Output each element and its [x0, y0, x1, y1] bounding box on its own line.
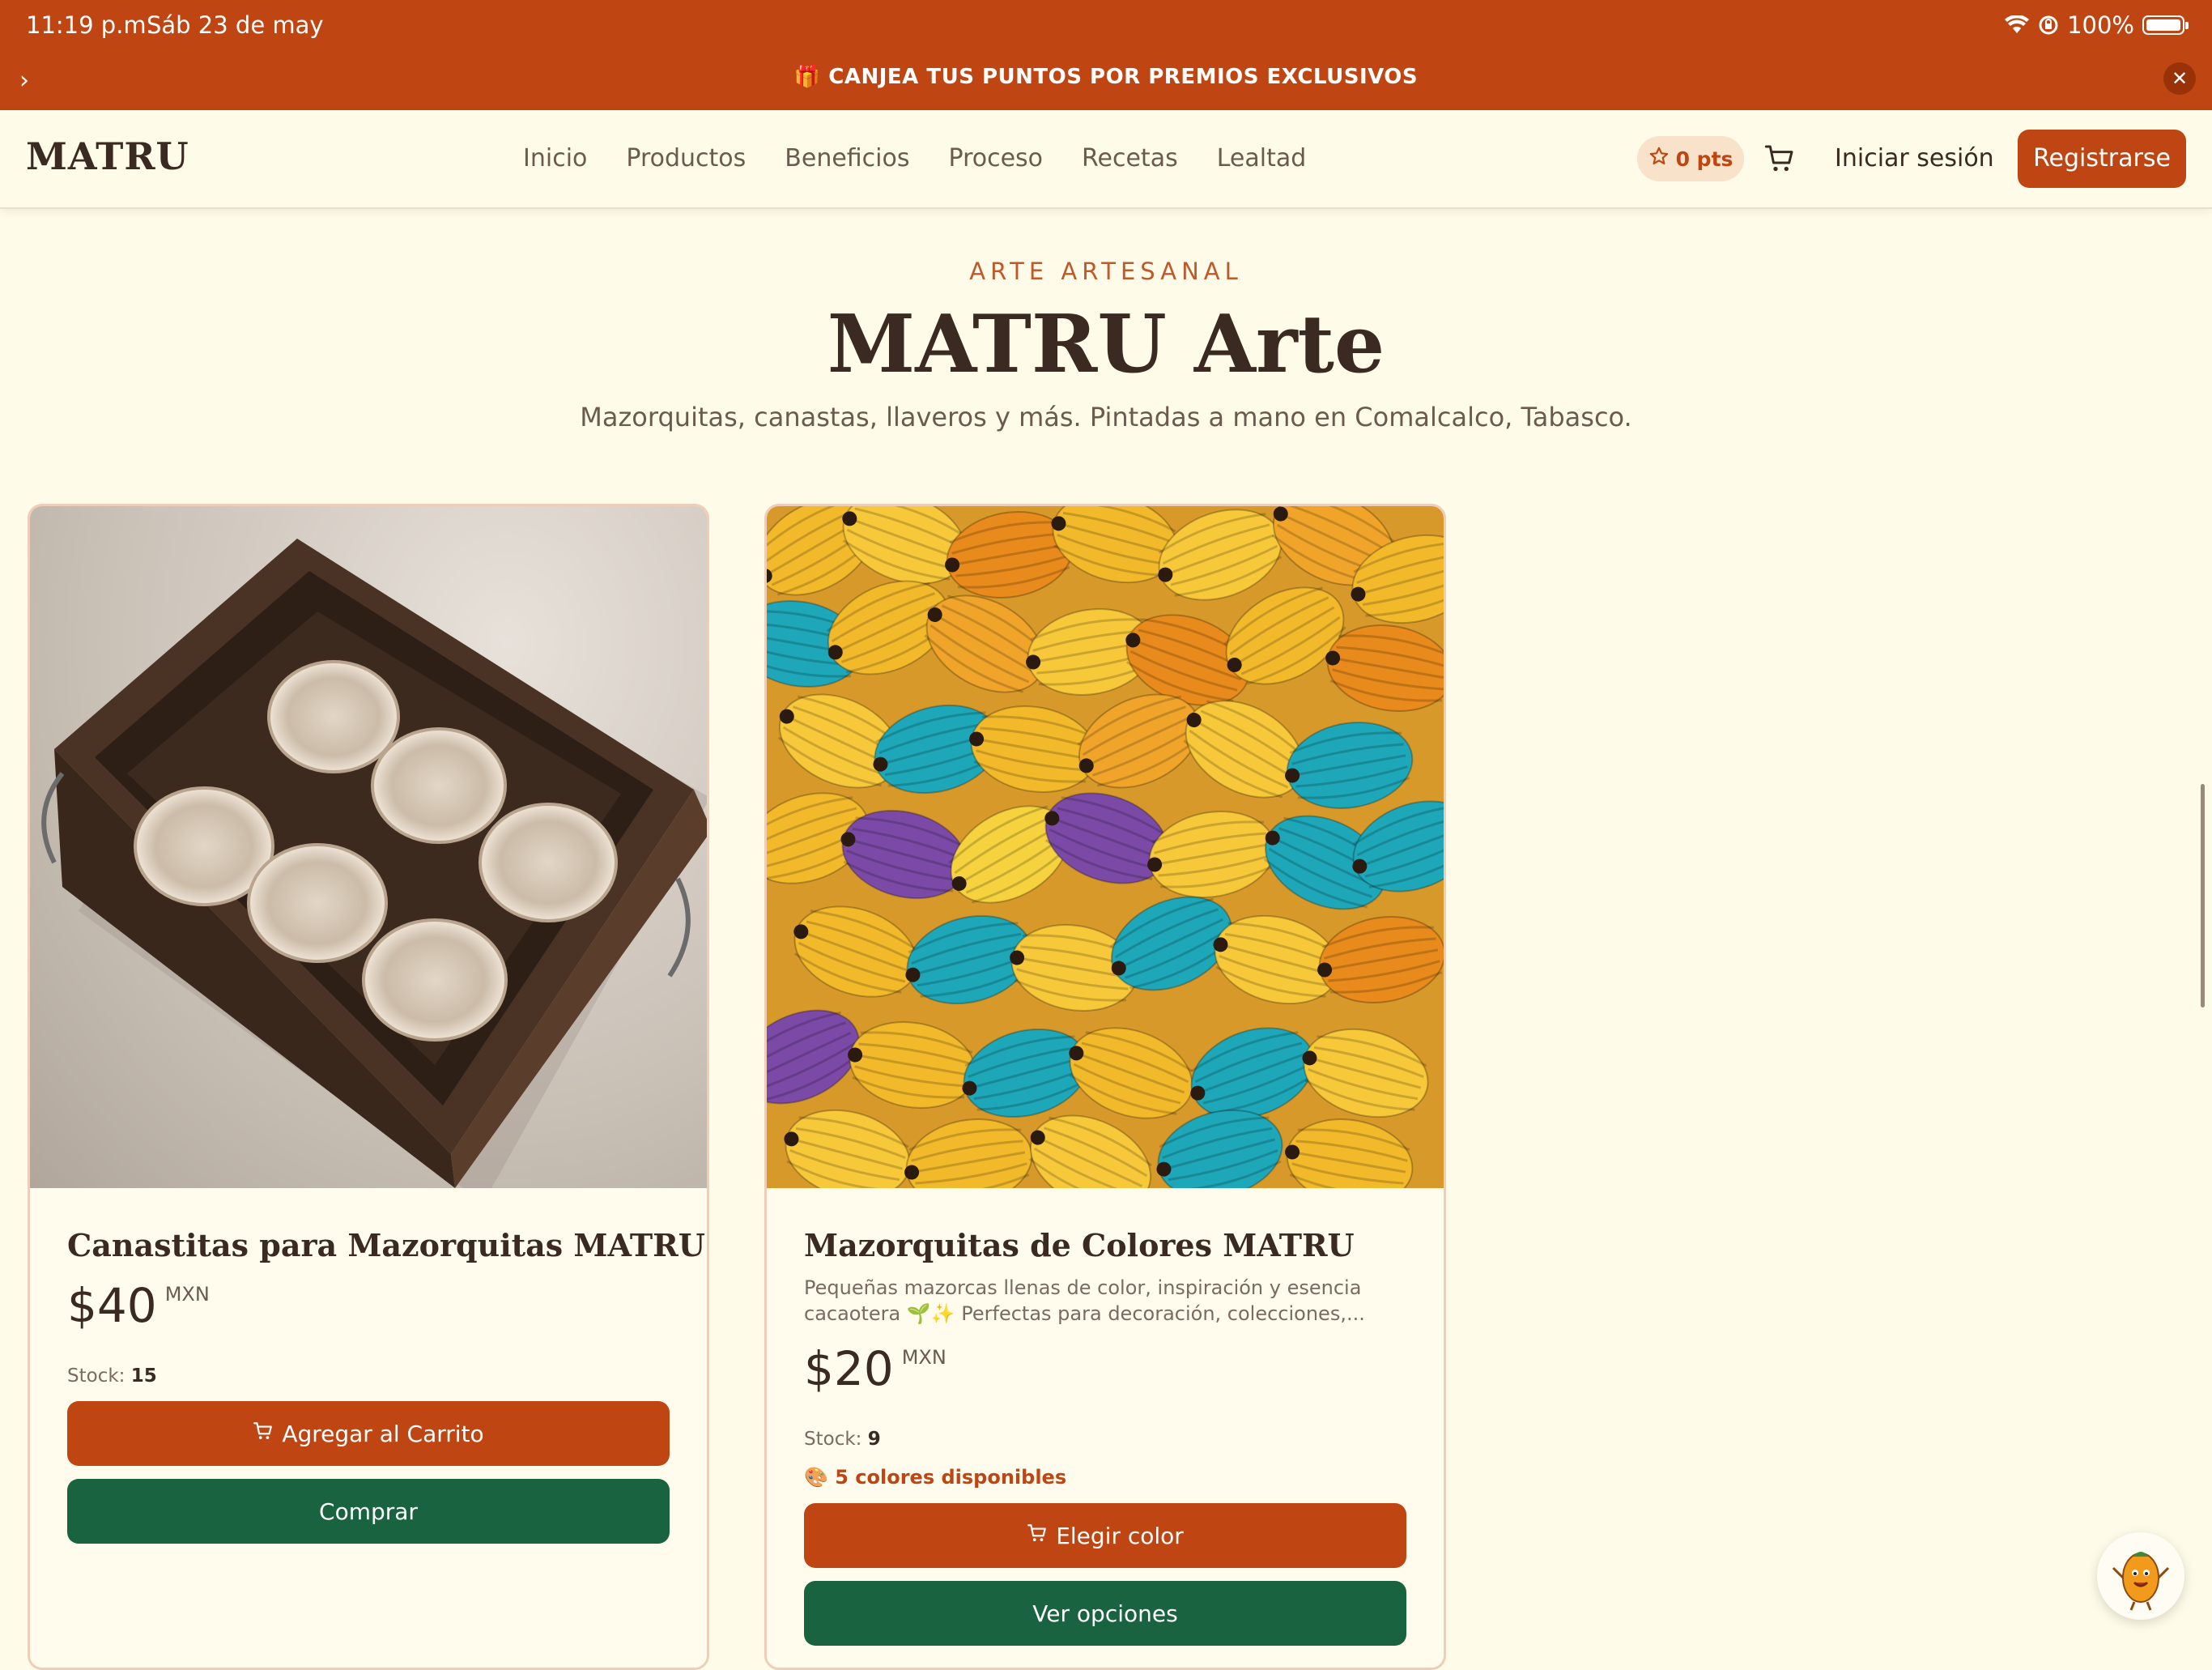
points-badge[interactable]: 0 pts: [1637, 136, 1744, 181]
cacao-pod: [784, 1109, 911, 1188]
battery-icon: [2142, 15, 2189, 35]
main-nav: MATRU Inicio Productos Beneficios Proces…: [0, 110, 2212, 209]
product-price: $20 MXN: [804, 1341, 1406, 1396]
cacao-pod: [848, 1021, 976, 1109]
product-card: Canastitas para Mazorquitas MATRU $40 MX…: [28, 504, 709, 1670]
status-indicators: 100%: [2004, 11, 2189, 39]
cart-icon: [253, 1421, 274, 1447]
star-icon: [1648, 146, 1670, 172]
login-link[interactable]: Iniciar sesión: [1835, 144, 1994, 173]
product-card: Mazorquitas de Colores MATRU Pequeñas ma…: [764, 504, 1446, 1670]
nav-link-inicio[interactable]: Inicio: [523, 144, 587, 173]
battery-percentage: 100%: [2067, 11, 2134, 39]
product-card-body: Canastitas para Mazorquitas MATRU $40 MX…: [67, 1227, 705, 1544]
nav-link-proceso[interactable]: Proceso: [949, 144, 1044, 173]
price-amount: $40: [67, 1278, 157, 1333]
colors-available: 🎨 5 colores disponibles: [804, 1466, 1067, 1489]
product-price: $40 MXN: [67, 1278, 670, 1333]
product-title[interactable]: Canastitas para Mazorquitas MATRU: [67, 1227, 705, 1263]
promo-banner-text[interactable]: 🎁 CANJEA TUS PUNTOS POR PREMIOS EXCLUSIV…: [0, 65, 2212, 89]
page-scrollbar[interactable]: [2201, 784, 2205, 1008]
cacao-mascot-icon[interactable]: [2097, 1532, 2184, 1620]
choose-color-button[interactable]: Elegir color: [804, 1503, 1406, 1568]
product-image-cacao-pods[interactable]: [767, 506, 1444, 1188]
cacao-pod: [1285, 1118, 1414, 1188]
cacao-pod: [904, 1118, 1033, 1188]
stock-info: Stock: 9: [804, 1429, 1406, 1450]
cacao-pod: [1302, 1028, 1429, 1118]
close-icon[interactable]: ✕: [2163, 62, 2196, 95]
cacao-pod: [793, 905, 918, 998]
stock-label: Stock:: [804, 1429, 862, 1450]
cart-icon[interactable]: [1763, 143, 1796, 178]
add-to-cart-label: Agregar al Carrito: [282, 1420, 484, 1447]
lock-rotation-icon: [2038, 15, 2059, 36]
nav-link-lealtad[interactable]: Lealtad: [1217, 144, 1307, 173]
stock-value: 9: [867, 1429, 881, 1450]
choose-color-label: Elegir color: [1056, 1522, 1184, 1549]
product-card-body: Mazorquitas de Colores MATRU Pequeñas ma…: [804, 1227, 1406, 1646]
buy-button[interactable]: Comprar: [67, 1479, 670, 1544]
top-band: 11:19 p.m. Sáb 23 de may 100% › 🎁 CANJEA…: [0, 0, 2212, 110]
add-to-cart-button[interactable]: Agregar al Carrito: [67, 1401, 670, 1466]
stock-info: Stock: 15: [67, 1365, 670, 1387]
cacao-pod: [1317, 916, 1444, 1003]
view-options-button[interactable]: Ver opciones: [804, 1581, 1406, 1646]
product-description: Pequeñas mazorcas llenas de color, inspi…: [804, 1276, 1365, 1325]
cacao-pod: [1147, 811, 1276, 898]
register-button[interactable]: Registrarse: [2018, 130, 2186, 188]
price-currency: MXN: [901, 1346, 946, 1369]
section-subtitle: Mazorquitas, canastas, llaveros y más. P…: [580, 402, 1632, 432]
stock-value: 15: [130, 1365, 157, 1387]
nav-link-productos[interactable]: Productos: [626, 144, 746, 173]
nav-link-recetas[interactable]: Recetas: [1082, 144, 1178, 173]
section-title: MATRU Arte: [827, 298, 1385, 391]
section-eyebrow: ARTE ARTESANAL: [969, 258, 1243, 285]
cart-icon: [1027, 1523, 1048, 1549]
wifi-icon: [2004, 15, 2030, 35]
nav-links: Inicio Productos Beneficios Proceso Rece…: [523, 144, 1306, 173]
stock-label: Stock:: [67, 1365, 125, 1387]
nav-link-beneficios[interactable]: Beneficios: [785, 144, 909, 173]
status-time: 11:19 p.m.: [26, 11, 154, 39]
status-date: Sáb 23 de may: [147, 11, 324, 39]
logo[interactable]: MATRU: [26, 134, 189, 178]
product-image-basket[interactable]: [30, 506, 707, 1188]
product-title[interactable]: Mazorquitas de Colores MATRU: [804, 1227, 1406, 1263]
price-amount: $20: [804, 1341, 894, 1396]
price-currency: MXN: [164, 1283, 210, 1306]
cacao-pod: [1285, 722, 1414, 809]
points-value: 0 pts: [1675, 147, 1733, 171]
